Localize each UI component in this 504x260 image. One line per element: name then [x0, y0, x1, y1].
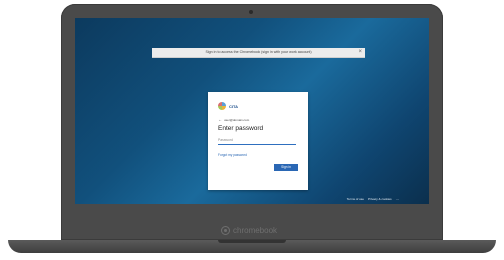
chrome-logo-icon — [221, 226, 230, 235]
dialog-titlebar: Sign in to access the Chromebook (sign i… — [152, 48, 365, 58]
base-notch — [218, 240, 286, 243]
forgot-password-link[interactable]: Forgot my password — [218, 153, 247, 157]
signin-button[interactable]: Sign in — [274, 164, 298, 171]
back-arrow-icon[interactable]: ← — [218, 117, 222, 122]
footer: Terms of use Privacy & cookies ... — [347, 196, 399, 201]
logo: CITA — [218, 102, 238, 110]
logo-icon — [218, 102, 226, 110]
account-email: user@domain.com — [224, 117, 250, 122]
more-options-icon[interactable]: ... — [396, 196, 399, 201]
privacy-link[interactable]: Privacy & cookies — [368, 197, 392, 201]
logo-text: CITA — [229, 103, 239, 109]
dialog-title: Sign in to access the Chromebook (sign i… — [205, 50, 312, 54]
camera-icon — [249, 10, 253, 14]
laptop-screen: Sign in to access the Chromebook (sign i… — [75, 18, 429, 204]
laptop-base — [8, 240, 496, 253]
brand: chromebook — [221, 226, 277, 235]
page-title: Enter password — [218, 125, 264, 132]
laptop-lid: Sign in to access the Chromebook (sign i… — [61, 4, 443, 240]
account-row[interactable]: ← user@domain.com — [218, 117, 249, 122]
terms-link[interactable]: Terms of use — [347, 197, 364, 201]
brand-text: chromebook — [233, 226, 278, 235]
signin-card: CITA ← user@domain.com Enter password Fo… — [208, 92, 308, 190]
password-input[interactable] — [218, 135, 296, 145]
close-icon[interactable]: × — [358, 48, 362, 57]
